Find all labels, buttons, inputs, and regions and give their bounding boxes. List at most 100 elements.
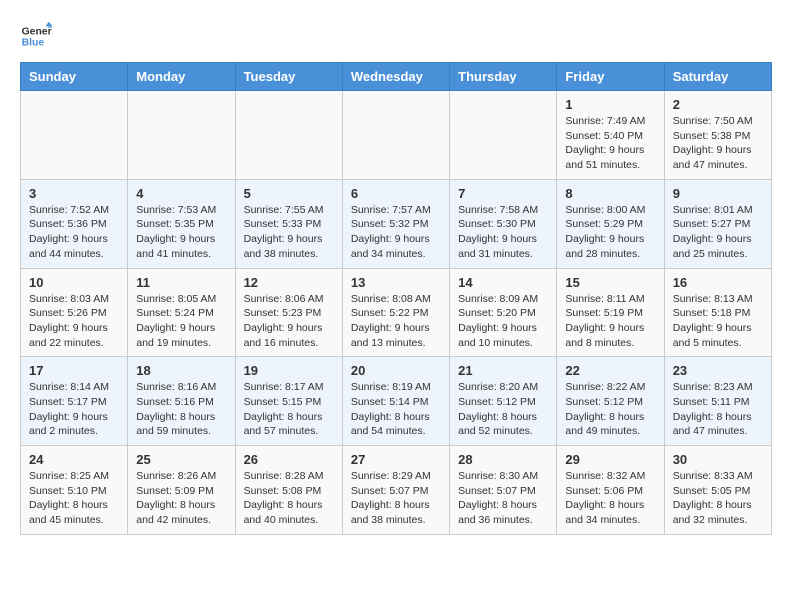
calendar-cell [342, 91, 449, 180]
calendar-cell: 16Sunrise: 8:13 AM Sunset: 5:18 PM Dayli… [664, 268, 771, 357]
day-info: Sunrise: 7:53 AM Sunset: 5:35 PM Dayligh… [136, 203, 226, 262]
day-number: 22 [565, 363, 655, 378]
day-number: 4 [136, 186, 226, 201]
day-number: 17 [29, 363, 119, 378]
calendar-cell: 22 Sunrise: 8:22 AM Sunset: 5:12 PM Dayli… [557, 357, 664, 446]
day-info: Sunrise: 8:20 AM Sunset: 5:12 PM Dayligh… [458, 380, 548, 439]
calendar-cell: 17 Sunrise: 8:14 AM Sunset: 5:17 PM Dayli… [21, 357, 128, 446]
week-row-4: 24 Sunrise: 8:25 AM Sunset: 5:10 PM Dayli… [21, 446, 772, 535]
day-number: 21 [458, 363, 548, 378]
day-number: 26 [244, 452, 334, 467]
day-number: 6 [351, 186, 441, 201]
calendar-cell: 18 Sunrise: 8:16 AM Sunset: 5:16 PM Dayli… [128, 357, 235, 446]
day-info: Sunrise: 8:29 AM Sunset: 5:07 PM Dayligh… [351, 469, 441, 528]
calendar-cell: 14 Sunrise: 8:09 AM Sunset: 5:20 PM Dayli… [450, 268, 557, 357]
day-info: Sunrise: 8:26 AM Sunset: 5:09 PM Dayligh… [136, 469, 226, 528]
calendar-cell: 27 Sunrise: 8:29 AM Sunset: 5:07 PM Dayli… [342, 446, 449, 535]
day-info: Sunrise: 8:00 AM Sunset: 5:29 PM Dayligh… [565, 203, 655, 262]
week-row-3: 17 Sunrise: 8:14 AM Sunset: 5:17 PM Dayli… [21, 357, 772, 446]
header-monday: Monday [128, 63, 235, 91]
calendar-cell: 15Sunrise: 8:11 AM Sunset: 5:19 PM Dayli… [557, 268, 664, 357]
day-info: Sunrise: 8:33 AM Sunset: 5:05 PM Dayligh… [673, 469, 763, 528]
day-info: Sunrise: 8:19 AM Sunset: 5:14 PM Dayligh… [351, 380, 441, 439]
day-info: Sunrise: 8:08 AM Sunset: 5:22 PM Dayligh… [351, 292, 441, 351]
day-info: Sunrise: 8:05 AM Sunset: 5:24 PM Dayligh… [136, 292, 226, 351]
day-number: 5 [244, 186, 334, 201]
day-number: 19 [244, 363, 334, 378]
day-info: Sunrise: 7:58 AM Sunset: 5:30 PM Dayligh… [458, 203, 548, 262]
day-info: Sunrise: 8:11 AM Sunset: 5:19 PM Dayligh… [565, 292, 655, 351]
day-number: 25 [136, 452, 226, 467]
day-info: Sunrise: 8:30 AM Sunset: 5:07 PM Dayligh… [458, 469, 548, 528]
day-number: 10 [29, 275, 119, 290]
calendar-cell: 4 Sunrise: 7:53 AM Sunset: 5:35 PM Daylig… [128, 179, 235, 268]
week-row-2: 10 Sunrise: 8:03 AM Sunset: 5:26 PM Dayli… [21, 268, 772, 357]
calendar-cell: 11 Sunrise: 8:05 AM Sunset: 5:24 PM Dayli… [128, 268, 235, 357]
day-info: Sunrise: 7:52 AM Sunset: 5:36 PM Dayligh… [29, 203, 119, 262]
day-number: 9 [673, 186, 763, 201]
header-sunday: Sunday [21, 63, 128, 91]
calendar-cell: 9Sunrise: 8:01 AM Sunset: 5:27 PM Daylig… [664, 179, 771, 268]
day-number: 2 [673, 97, 763, 112]
calendar-cell [235, 91, 342, 180]
calendar-cell: 20 Sunrise: 8:19 AM Sunset: 5:14 PM Dayli… [342, 357, 449, 446]
header-saturday: Saturday [664, 63, 771, 91]
day-number: 7 [458, 186, 548, 201]
day-number: 14 [458, 275, 548, 290]
day-info: Sunrise: 8:09 AM Sunset: 5:20 PM Dayligh… [458, 292, 548, 351]
calendar-table: SundayMondayTuesdayWednesdayThursdayFrid… [20, 62, 772, 535]
header-tuesday: Tuesday [235, 63, 342, 91]
calendar-cell: 29 Sunrise: 8:32 AM Sunset: 5:06 PM Dayli… [557, 446, 664, 535]
day-info: Sunrise: 8:17 AM Sunset: 5:15 PM Dayligh… [244, 380, 334, 439]
logo-icon: General Blue [20, 20, 52, 52]
header-friday: Friday [557, 63, 664, 91]
day-number: 30 [673, 452, 763, 467]
day-number: 20 [351, 363, 441, 378]
calendar-cell: 26 Sunrise: 8:28 AM Sunset: 5:08 PM Dayli… [235, 446, 342, 535]
day-info: Sunrise: 7:50 AM Sunset: 5:38 PM Dayligh… [673, 114, 763, 173]
calendar-cell: 23 Sunrise: 8:23 AM Sunset: 5:11 PM Dayli… [664, 357, 771, 446]
calendar-cell: 13 Sunrise: 8:08 AM Sunset: 5:22 PM Dayli… [342, 268, 449, 357]
day-info: Sunrise: 8:03 AM Sunset: 5:26 PM Dayligh… [29, 292, 119, 351]
day-info: Sunrise: 8:32 AM Sunset: 5:06 PM Dayligh… [565, 469, 655, 528]
day-info: Sunrise: 7:57 AM Sunset: 5:32 PM Dayligh… [351, 203, 441, 262]
calendar-cell: 8 Sunrise: 8:00 AM Sunset: 5:29 PM Daylig… [557, 179, 664, 268]
day-info: Sunrise: 7:49 AM Sunset: 5:40 PM Dayligh… [565, 114, 655, 173]
day-number: 13 [351, 275, 441, 290]
calendar-cell: 24 Sunrise: 8:25 AM Sunset: 5:10 PM Dayli… [21, 446, 128, 535]
calendar-cell: 21 Sunrise: 8:20 AM Sunset: 5:12 PM Dayli… [450, 357, 557, 446]
calendar-cell: 19 Sunrise: 8:17 AM Sunset: 5:15 PM Dayli… [235, 357, 342, 446]
day-info: Sunrise: 8:23 AM Sunset: 5:11 PM Dayligh… [673, 380, 763, 439]
day-number: 24 [29, 452, 119, 467]
calendar-cell: 5Sunrise: 7:55 AM Sunset: 5:33 PM Daylig… [235, 179, 342, 268]
calendar-cell: 7 Sunrise: 7:58 AM Sunset: 5:30 PM Daylig… [450, 179, 557, 268]
day-info: Sunrise: 8:14 AM Sunset: 5:17 PM Dayligh… [29, 380, 119, 439]
day-number: 29 [565, 452, 655, 467]
day-number: 27 [351, 452, 441, 467]
day-number: 11 [136, 275, 226, 290]
header: General Blue [20, 20, 772, 52]
header-row: SundayMondayTuesdayWednesdayThursdayFrid… [21, 63, 772, 91]
day-info: Sunrise: 8:06 AM Sunset: 5:23 PM Dayligh… [244, 292, 334, 351]
calendar-cell: 25 Sunrise: 8:26 AM Sunset: 5:09 PM Dayli… [128, 446, 235, 535]
day-number: 28 [458, 452, 548, 467]
calendar-cell: 1 Sunrise: 7:49 AM Sunset: 5:40 PM Daylig… [557, 91, 664, 180]
calendar-cell: 3Sunrise: 7:52 AM Sunset: 5:36 PM Daylig… [21, 179, 128, 268]
day-number: 1 [565, 97, 655, 112]
header-thursday: Thursday [450, 63, 557, 91]
day-number: 16 [673, 275, 763, 290]
day-info: Sunrise: 8:25 AM Sunset: 5:10 PM Dayligh… [29, 469, 119, 528]
day-number: 18 [136, 363, 226, 378]
week-row-1: 3Sunrise: 7:52 AM Sunset: 5:36 PM Daylig… [21, 179, 772, 268]
day-info: Sunrise: 8:28 AM Sunset: 5:08 PM Dayligh… [244, 469, 334, 528]
day-number: 23 [673, 363, 763, 378]
calendar-cell: 2 Sunrise: 7:50 AM Sunset: 5:38 PM Daylig… [664, 91, 771, 180]
week-row-0: 1 Sunrise: 7:49 AM Sunset: 5:40 PM Daylig… [21, 91, 772, 180]
calendar-cell [128, 91, 235, 180]
day-number: 8 [565, 186, 655, 201]
day-info: Sunrise: 8:22 AM Sunset: 5:12 PM Dayligh… [565, 380, 655, 439]
calendar-cell [21, 91, 128, 180]
svg-text:Blue: Blue [22, 38, 45, 49]
day-info: Sunrise: 8:16 AM Sunset: 5:16 PM Dayligh… [136, 380, 226, 439]
calendar-cell [450, 91, 557, 180]
